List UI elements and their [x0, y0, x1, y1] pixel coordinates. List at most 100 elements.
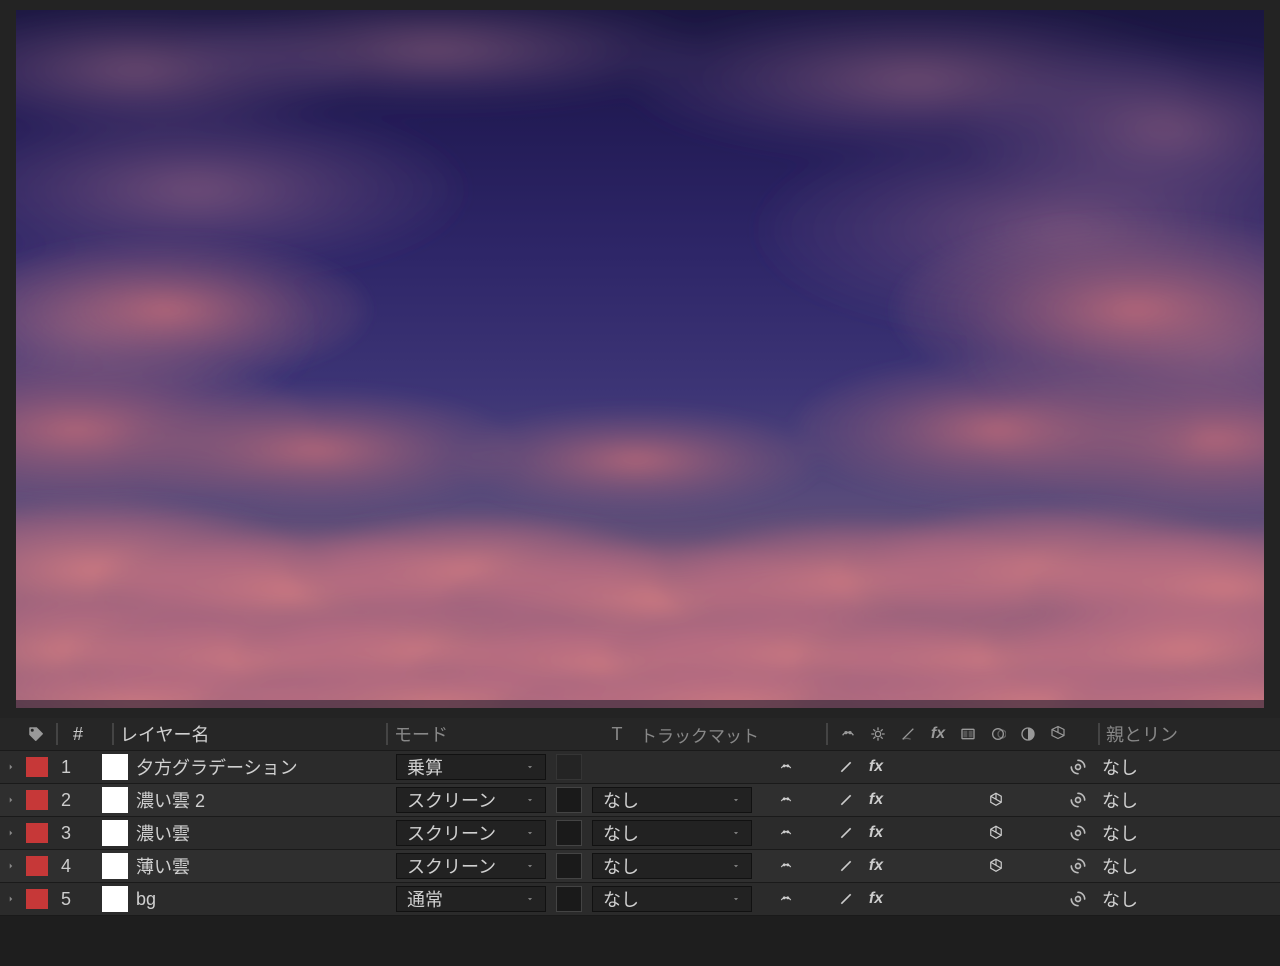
quality-switch[interactable] — [832, 820, 860, 846]
fx-switch-header-icon[interactable]: fx — [924, 725, 952, 743]
parent-value[interactable]: なし — [1102, 886, 1138, 912]
composition-preview[interactable] — [16, 10, 1264, 708]
track-matte-toggle[interactable] — [556, 787, 582, 813]
layer-name-column-header[interactable]: レイヤー名 — [120, 721, 380, 747]
motion-blur-switch[interactable] — [922, 886, 950, 912]
twirl-open-icon[interactable] — [0, 762, 22, 772]
adjustment-header-icon[interactable] — [1014, 726, 1042, 742]
motion-blur-switch[interactable] — [922, 787, 950, 813]
layer-name[interactable]: 夕方グラデーション — [136, 754, 396, 780]
adjustment-switch[interactable] — [952, 754, 980, 780]
parent-value[interactable]: なし — [1102, 787, 1138, 813]
collapse-switch[interactable] — [802, 820, 830, 846]
layer-label-color[interactable] — [26, 856, 48, 876]
index-column-header[interactable]: # — [64, 724, 92, 745]
blend-mode-dropdown[interactable]: 通常 — [396, 886, 546, 912]
layer-name[interactable]: 濃い雲 2 — [136, 787, 396, 813]
3d-switch[interactable] — [982, 787, 1010, 813]
fx-switch[interactable]: fx — [862, 820, 890, 846]
frame-blend-switch[interactable] — [892, 787, 920, 813]
fx-switch[interactable]: fx — [862, 853, 890, 879]
track-matte-toggle[interactable] — [556, 754, 582, 780]
layer-row[interactable]: 5 bg 通常 なし fx なし — [0, 883, 1280, 916]
collapse-switch[interactable] — [802, 754, 830, 780]
frame-blend-switch[interactable] — [892, 754, 920, 780]
motion-blur-switch[interactable] — [922, 820, 950, 846]
shy-switch-header-icon[interactable] — [834, 726, 862, 742]
collapse-switch-header-icon[interactable] — [864, 726, 892, 742]
mode-column-header[interactable]: モード — [394, 721, 594, 747]
adjustment-switch[interactable] — [952, 853, 980, 879]
pickwhip-icon[interactable] — [1066, 854, 1090, 878]
quality-switch[interactable] — [832, 853, 860, 879]
fx-switch[interactable]: fx — [862, 886, 890, 912]
3d-switch[interactable] — [982, 886, 1010, 912]
quality-switch-header-icon[interactable] — [894, 726, 922, 742]
shy-switch[interactable] — [772, 853, 800, 879]
track-matte-dropdown[interactable]: なし — [592, 886, 752, 912]
twirl-open-icon[interactable] — [0, 894, 22, 904]
pickwhip-icon[interactable] — [1066, 755, 1090, 779]
adjustment-switch[interactable] — [952, 886, 980, 912]
track-matte-toggle[interactable] — [556, 886, 582, 912]
layer-source-swatch[interactable] — [102, 754, 128, 780]
collapse-switch[interactable] — [802, 886, 830, 912]
layer-source-swatch[interactable] — [102, 886, 128, 912]
motion-blur-switch[interactable] — [922, 754, 950, 780]
shy-switch[interactable] — [772, 754, 800, 780]
layer-name[interactable]: 濃い雲 — [136, 820, 396, 846]
layer-source-swatch[interactable] — [102, 820, 128, 846]
3d-switch-header-icon[interactable] — [1044, 725, 1072, 743]
shy-switch[interactable] — [772, 787, 800, 813]
track-matte-column-header[interactable]: トラックマット — [640, 722, 820, 747]
parent-value[interactable]: なし — [1102, 820, 1138, 846]
layer-row[interactable]: 4 薄い雲 スクリーン なし fx なし — [0, 850, 1280, 883]
shy-switch[interactable] — [772, 820, 800, 846]
pickwhip-icon[interactable] — [1066, 788, 1090, 812]
track-matte-dropdown[interactable]: なし — [592, 820, 752, 846]
layer-row[interactable]: 2 濃い雲 2 スクリーン なし fx なし — [0, 784, 1280, 817]
layer-name[interactable]: bg — [136, 889, 396, 910]
adjustment-switch[interactable] — [952, 787, 980, 813]
frame-blend-switch[interactable] — [892, 886, 920, 912]
pickwhip-icon[interactable] — [1066, 821, 1090, 845]
frame-blend-switch[interactable] — [892, 853, 920, 879]
quality-switch[interactable] — [832, 754, 860, 780]
layer-source-swatch[interactable] — [102, 853, 128, 879]
3d-switch[interactable] — [982, 820, 1010, 846]
blend-mode-dropdown[interactable]: スクリーン — [396, 853, 546, 879]
layer-label-color[interactable] — [26, 823, 48, 843]
twirl-open-icon[interactable] — [0, 795, 22, 805]
blend-mode-dropdown[interactable]: スクリーン — [396, 820, 546, 846]
parent-column-header[interactable]: 親とリン — [1106, 721, 1266, 747]
track-matte-toggle[interactable] — [556, 820, 582, 846]
layer-row[interactable]: 1 夕方グラデーション 乗算 fx なし — [0, 751, 1280, 784]
layer-label-color[interactable] — [26, 790, 48, 810]
parent-value[interactable]: なし — [1102, 754, 1138, 780]
motion-blur-header-icon[interactable] — [984, 726, 1012, 742]
collapse-switch[interactable] — [802, 787, 830, 813]
quality-switch[interactable] — [832, 787, 860, 813]
track-matte-t-header[interactable]: T — [612, 724, 623, 745]
3d-switch[interactable] — [982, 754, 1010, 780]
blend-mode-dropdown[interactable]: 乗算 — [396, 754, 546, 780]
frame-blend-header-icon[interactable] — [954, 726, 982, 742]
parent-value[interactable]: なし — [1102, 853, 1138, 879]
collapse-switch[interactable] — [802, 853, 830, 879]
layer-label-color[interactable] — [26, 757, 48, 777]
fx-switch[interactable]: fx — [862, 754, 890, 780]
shy-switch[interactable] — [772, 886, 800, 912]
label-column-icon[interactable] — [22, 725, 50, 743]
quality-switch[interactable] — [832, 886, 860, 912]
track-matte-dropdown[interactable]: なし — [592, 853, 752, 879]
3d-switch[interactable] — [982, 853, 1010, 879]
blend-mode-dropdown[interactable]: スクリーン — [396, 787, 546, 813]
layer-name[interactable]: 薄い雲 — [136, 853, 396, 879]
motion-blur-switch[interactable] — [922, 853, 950, 879]
track-matte-dropdown[interactable]: なし — [592, 787, 752, 813]
track-matte-toggle[interactable] — [556, 853, 582, 879]
frame-blend-switch[interactable] — [892, 820, 920, 846]
fx-switch[interactable]: fx — [862, 787, 890, 813]
twirl-open-icon[interactable] — [0, 828, 22, 838]
adjustment-switch[interactable] — [952, 820, 980, 846]
